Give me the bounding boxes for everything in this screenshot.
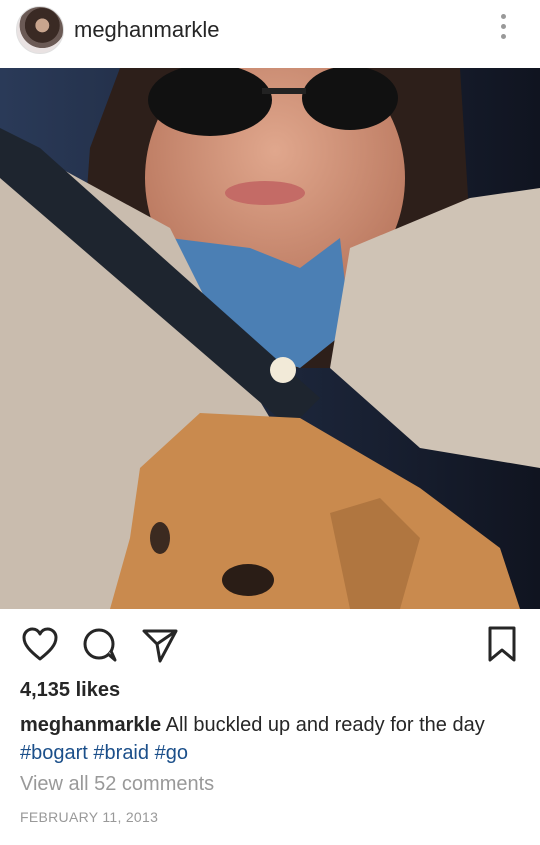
send-icon[interactable] [140, 624, 180, 664]
hashtag-link[interactable]: #bogart [20, 742, 88, 764]
caption-username[interactable]: meghanmarkle [20, 714, 161, 736]
heart-icon[interactable] [20, 624, 60, 664]
post-header: meghanmarkle [0, 0, 540, 62]
view-comments-link[interactable]: View all 52 comments [20, 773, 214, 796]
header-username[interactable]: meghanmarkle [74, 17, 220, 43]
avatar[interactable] [16, 6, 64, 54]
post-caption: meghanmarkle All buckled up and ready fo… [20, 711, 525, 767]
caption-text: All buckled up and ready for the day [165, 714, 485, 736]
post-actions [0, 618, 540, 668]
post-photo[interactable] [0, 68, 540, 609]
post-date: FEBRUARY 11, 2013 [20, 809, 159, 825]
more-options-icon[interactable] [496, 14, 510, 44]
comment-icon[interactable] [80, 624, 120, 664]
like-count[interactable]: 4,135 likes [20, 679, 120, 702]
hashtag-link[interactable]: #go [155, 742, 188, 764]
bookmark-icon[interactable] [482, 624, 522, 664]
hashtag-link[interactable]: #braid [93, 742, 149, 764]
post-photo-illustration [0, 68, 540, 609]
